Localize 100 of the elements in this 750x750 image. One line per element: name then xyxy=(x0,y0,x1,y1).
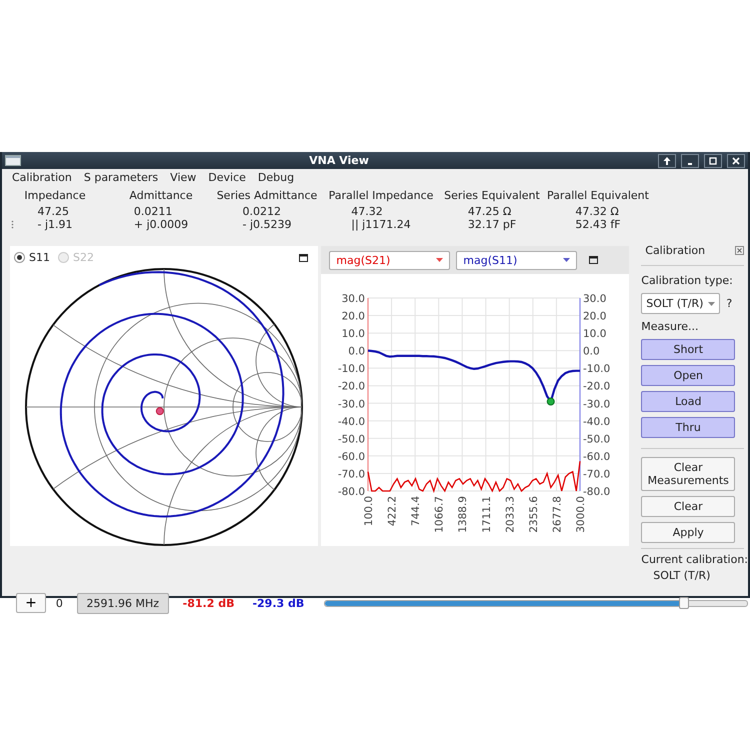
caret-icon xyxy=(708,302,716,306)
x-tick-label: 3000.0 xyxy=(575,496,588,533)
calibration-type-dropdown[interactable]: SOLT (T/R) xyxy=(641,293,720,314)
y-tick-label: 20.0 xyxy=(342,310,366,323)
y-tick-label: 30.0 xyxy=(583,293,607,305)
window-title: VNA View xyxy=(308,154,370,167)
y-tick-label: -70.0 xyxy=(583,468,610,480)
readout-value: + j0.0009 xyxy=(134,218,188,231)
x-tick-label: 1388.9 xyxy=(458,496,470,533)
measure-button[interactable]: Thru xyxy=(641,417,736,438)
readout-value: 47.32 Ω xyxy=(575,205,620,218)
x-tick-label: 1711.1 xyxy=(481,496,494,533)
caret-icon xyxy=(436,258,444,262)
y-tick-label: -40.0 xyxy=(338,416,366,428)
menu-item[interactable]: Debug xyxy=(252,171,300,184)
frequency-slider[interactable] xyxy=(324,600,748,606)
y-tick-label: -20.0 xyxy=(583,380,610,393)
y-tick-label: 30.0 xyxy=(342,293,366,305)
y-tick-label: -30.0 xyxy=(583,398,610,410)
y-tick-label: -80.0 xyxy=(338,486,366,498)
readout-value: - j0.5239 xyxy=(242,218,292,231)
readout-value: - j1.91 xyxy=(37,218,72,231)
readout-value: 47.25 Ω xyxy=(468,205,512,218)
y-tick-label: -70.0 xyxy=(338,468,366,480)
y-tick-label: -10.0 xyxy=(338,363,366,376)
action-button[interactable]: Clear xyxy=(641,496,736,517)
menu-item[interactable]: Device xyxy=(202,171,252,184)
y-tick-label: 20.0 xyxy=(583,310,607,323)
y-tick-label: 10.0 xyxy=(342,328,366,340)
help-link[interactable]: ? xyxy=(726,297,732,310)
frequency-field[interactable]: 2591.96 MHz xyxy=(76,592,169,614)
y-tick-label: -20.0 xyxy=(338,380,366,393)
close-icon[interactable] xyxy=(735,246,744,255)
y-tick-label: 0.0 xyxy=(583,346,600,358)
x-tick-label: 1066.7 xyxy=(434,496,446,533)
dock-title: Calibration xyxy=(645,244,706,257)
marker-dot xyxy=(547,398,556,406)
menu-item[interactable]: S parameters xyxy=(78,171,164,184)
trace-dropdown[interactable]: mag(S11) xyxy=(456,250,578,270)
measure-button[interactable]: Open xyxy=(641,365,736,386)
maximize-icon xyxy=(708,156,718,166)
current-calibration-value: SOLT (T/R) xyxy=(652,569,712,582)
marker-index: 0 xyxy=(56,596,63,610)
readout-value: 0.0211 xyxy=(134,205,174,218)
measure-button[interactable]: Load xyxy=(641,391,736,412)
readout-label: Series Admittance xyxy=(216,189,318,202)
slider-thumb[interactable] xyxy=(678,596,689,608)
radio-label: S22 xyxy=(72,251,94,264)
add-marker-button[interactable]: + xyxy=(16,593,46,613)
y-tick-label: 10.0 xyxy=(583,328,607,340)
y-tick-label: -40.0 xyxy=(583,416,610,428)
close-icon xyxy=(731,156,741,166)
field-label: Current calibration: xyxy=(640,553,748,566)
readout-value: || j1171.24 xyxy=(351,218,411,231)
y-tick-label: -10.0 xyxy=(583,363,610,376)
readout-value: 0.0212 xyxy=(242,205,282,218)
radio-label: S11 xyxy=(29,251,50,264)
trace-dropdown[interactable]: mag(S21) xyxy=(329,250,450,270)
x-tick-label: 2033.3 xyxy=(504,496,517,533)
arrow-up-icon xyxy=(662,156,672,166)
measure-button[interactable]: Short xyxy=(641,339,736,360)
x-tick-label: 2355.6 xyxy=(528,496,540,533)
readout-label: Parallel Impedance xyxy=(328,189,434,202)
y-tick-label: -60.0 xyxy=(338,450,366,463)
maximize-button[interactable] xyxy=(704,154,722,168)
readout-label: Impedance xyxy=(24,189,86,202)
minimize-icon xyxy=(688,162,692,164)
readout-value: 47.32 xyxy=(351,205,384,218)
x-tick-label: 422.2 xyxy=(386,496,399,526)
maximize-icon[interactable] xyxy=(299,254,308,262)
maximize-icon[interactable] xyxy=(589,256,598,264)
readout-label: Admittance xyxy=(129,189,193,202)
readout-value: 47.25 xyxy=(37,205,70,218)
raise-button[interactable] xyxy=(658,154,676,168)
y-tick-label: -30.0 xyxy=(338,398,366,410)
y-tick-label: 0.0 xyxy=(348,346,366,358)
marker-reading: -81.2 dB xyxy=(182,596,234,610)
marker-reading: -29.3 dB xyxy=(252,596,304,610)
menu-item[interactable]: View xyxy=(164,171,202,184)
x-tick-label: 2677.8 xyxy=(552,496,564,533)
menu-item[interactable]: Calibration xyxy=(6,171,78,184)
readout-value: 52.43 fF xyxy=(575,218,621,231)
radio-button[interactable] xyxy=(14,252,25,264)
y-tick-label: -50.0 xyxy=(338,433,366,446)
x-tick-label: 744.4 xyxy=(410,496,422,526)
y-tick-label: -80.0 xyxy=(583,486,610,498)
y-tick-label: -50.0 xyxy=(583,433,610,446)
minimize-button[interactable] xyxy=(681,154,699,168)
grip-icon[interactable] xyxy=(11,220,14,229)
readout-label: Parallel Equivalent xyxy=(547,189,649,202)
field-label: Calibration type: xyxy=(640,274,734,287)
caret-icon xyxy=(563,258,570,262)
action-button[interactable]: Clear Measurements xyxy=(641,457,736,491)
close-button[interactable] xyxy=(727,154,745,168)
y-tick-label: -60.0 xyxy=(583,450,610,463)
readout-label: Series Equivalent xyxy=(444,189,540,202)
readout-value: 32.17 pF xyxy=(468,218,516,231)
section-label: Measure... xyxy=(640,320,700,333)
x-tick-label: 100.0 xyxy=(363,496,376,526)
action-button[interactable]: Apply xyxy=(641,522,736,543)
